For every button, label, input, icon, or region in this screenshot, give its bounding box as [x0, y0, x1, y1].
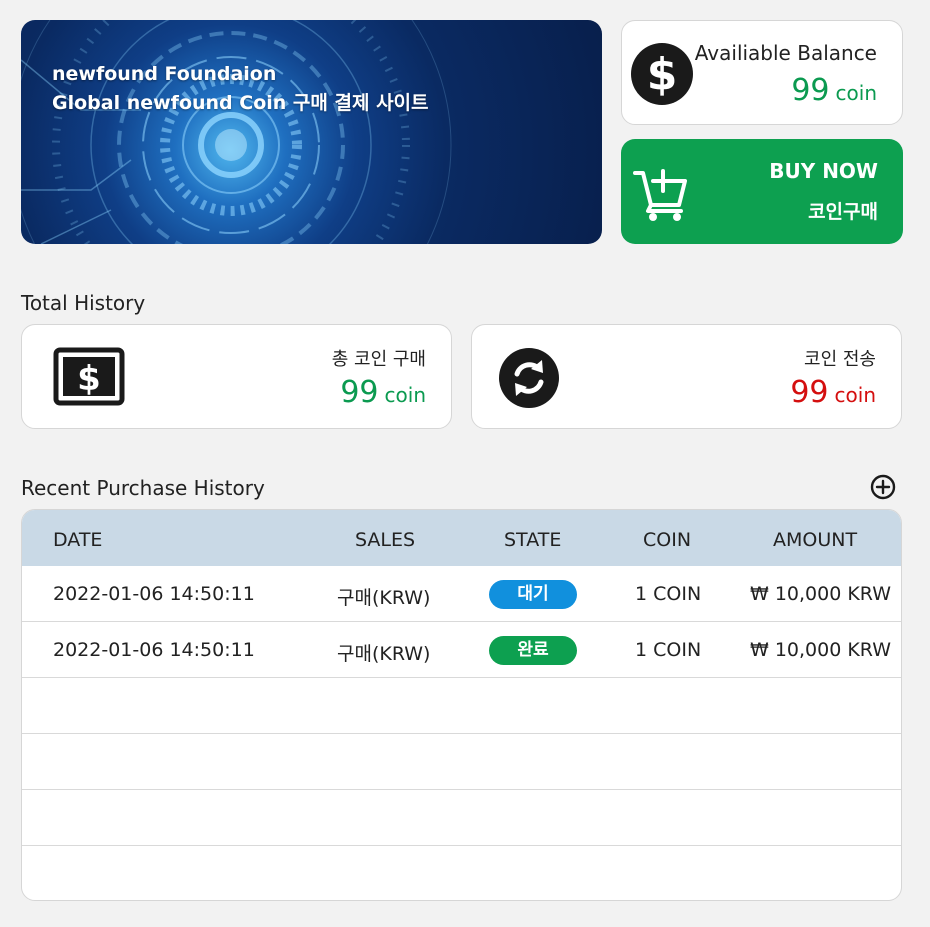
svg-text:$: $ — [77, 359, 101, 399]
svg-text:$: $ — [647, 49, 678, 100]
buy-now-label-korean: 코인구매 — [808, 201, 878, 223]
row-date: 2022-01-06 14:50:11 — [53, 639, 255, 661]
row-amount: ₩ 10,000 KRW — [750, 639, 892, 661]
add-to-cart-icon — [633, 169, 687, 221]
dollar-circle-icon: $ — [631, 43, 693, 105]
empty-table-row — [22, 678, 901, 734]
status-badge-complete: 완료 — [489, 636, 577, 665]
status-badge-pending: 대기 — [489, 580, 577, 609]
row-sales: 구매(KRW) — [337, 587, 431, 609]
column-header-state: STATE — [504, 529, 562, 551]
hero-banner: newfound Foundaion Global newfound Coin … — [21, 20, 602, 244]
balance-unit: coin — [835, 81, 877, 105]
row-sales: 구매(KRW) — [337, 643, 431, 665]
plus-circle-icon[interactable] — [870, 474, 896, 500]
banner-title: newfound Foundaion — [52, 63, 277, 85]
total-purchase-unit: coin — [384, 383, 426, 407]
column-header-coin: COIN — [643, 529, 692, 551]
row-date: 2022-01-06 14:50:11 — [53, 583, 255, 605]
empty-table-row — [22, 790, 901, 846]
buy-now-label: BUY NOW — [769, 159, 878, 183]
buy-now-button[interactable]: BUY NOW 코인구매 — [621, 139, 903, 244]
total-history-title: Total History — [21, 291, 146, 315]
total-purchase-card: $ 총 코인 구매 99 coin — [21, 324, 452, 429]
balance-amount: 99 — [791, 73, 830, 108]
coin-transfer-amount: 99 — [790, 375, 829, 410]
empty-table-row — [22, 846, 901, 900]
column-header-amount: AMOUNT — [773, 529, 858, 551]
row-coin: 1 COIN — [635, 583, 702, 605]
coin-transfer-unit: coin — [834, 383, 876, 407]
table-header: DATE SALES STATE COIN AMOUNT — [22, 510, 901, 566]
balance-label: Availiable Balance — [694, 41, 877, 65]
purchase-history-table: DATE SALES STATE COIN AMOUNT 2022-01-06 … — [21, 509, 902, 901]
coin-transfer-label: 코인 전송 — [804, 349, 876, 370]
row-coin: 1 COIN — [635, 639, 702, 661]
recent-history-title: Recent Purchase History — [21, 476, 265, 500]
coin-transfer-value: 99 coin — [790, 375, 876, 410]
banner-subtitle: Global newfound Coin 구매 결제 사이트 — [52, 92, 429, 114]
table-row[interactable]: 2022-01-06 14:50:11 구매(KRW) 완료 1 COIN ₩ … — [22, 622, 901, 678]
coin-transfer-card: 코인 전송 99 coin — [471, 324, 902, 429]
table-row[interactable]: 2022-01-06 14:50:11 구매(KRW) 대기 1 COIN ₩ … — [22, 566, 901, 622]
empty-table-row — [22, 734, 901, 790]
total-purchase-amount: 99 — [340, 375, 379, 410]
balance-value: 99 coin — [791, 73, 877, 108]
total-purchase-value: 99 coin — [340, 375, 426, 410]
total-purchase-label: 총 코인 구매 — [331, 349, 426, 370]
exchange-icon — [499, 348, 559, 408]
column-header-date: DATE — [53, 529, 103, 551]
dollar-bill-icon: $ — [53, 347, 125, 406]
circuit-rings-graphic — [21, 20, 452, 244]
row-amount: ₩ 10,000 KRW — [750, 583, 892, 605]
balance-card: $ Availiable Balance 99 coin — [621, 20, 903, 125]
column-header-sales: SALES — [355, 529, 416, 551]
